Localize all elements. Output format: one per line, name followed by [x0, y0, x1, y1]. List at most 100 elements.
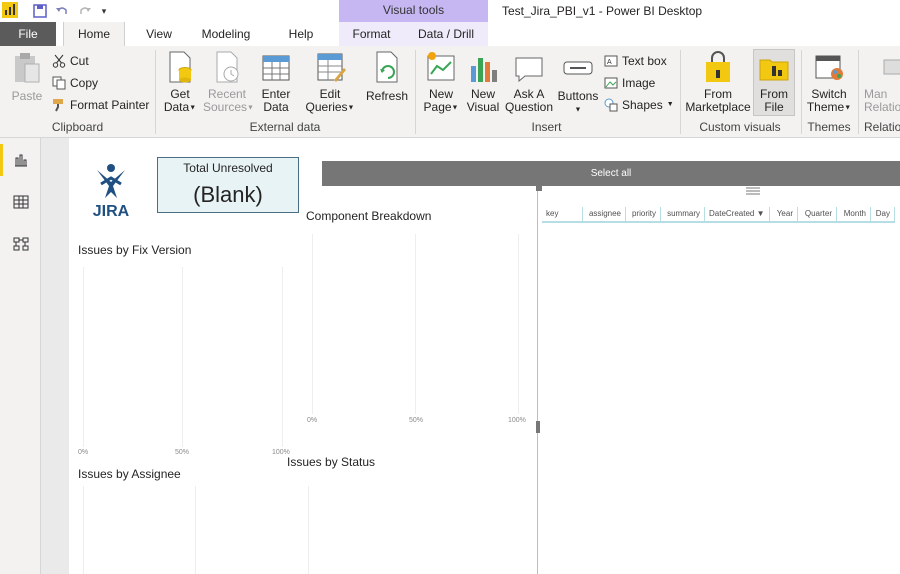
status-chart-title: Issues by Status: [287, 455, 376, 469]
switch-theme-button[interactable]: Switch Theme▼: [806, 50, 852, 114]
customize-toolbar-icon[interactable]: ▾: [96, 3, 112, 19]
custom-visuals-group-label: Custom visuals: [699, 120, 781, 134]
refresh-label: Refresh: [365, 89, 409, 103]
clock-file-icon: [211, 50, 243, 84]
save-icon[interactable]: [32, 3, 48, 19]
undo-icon[interactable]: [54, 3, 70, 19]
tab-format[interactable]: Format: [344, 22, 399, 46]
shapes-label: Shapes: [622, 98, 663, 112]
tab-modeling[interactable]: Modeling: [193, 22, 259, 46]
column-header[interactable]: key: [542, 207, 583, 221]
view-switcher: [0, 138, 41, 574]
axis-tick: 50%: [175, 449, 190, 456]
svg-text:A: A: [607, 59, 612, 66]
from-file-button[interactable]: From File: [753, 49, 795, 116]
new-page-button[interactable]: New Page▼: [421, 50, 461, 114]
paste-button[interactable]: Paste: [8, 50, 46, 103]
resize-handle[interactable]: [536, 185, 542, 191]
axis-tick: 100%: [508, 417, 526, 424]
model-view-button[interactable]: [0, 224, 41, 264]
gridline: [312, 234, 313, 414]
from-marketplace-button[interactable]: From Marketplace: [685, 50, 751, 114]
tab-file[interactable]: File: [0, 22, 56, 46]
jira-logo-text: JIRA: [92, 203, 130, 220]
table-header-row: key assignee priority summary DateCreate…: [542, 207, 895, 223]
relationships-group-label: Relatio: [864, 120, 900, 134]
component-breakdown-chart[interactable]: 0% 50% 100%: [306, 230, 531, 430]
column-header[interactable]: summary: [661, 207, 705, 221]
gridline: [182, 267, 183, 447]
shapes-button[interactable]: Shapes ▼: [604, 96, 674, 114]
get-data-label-2: Data: [163, 100, 190, 114]
column-header[interactable]: Year: [770, 207, 798, 221]
new-visual-button[interactable]: New Visual: [464, 50, 502, 114]
image-label: Image: [622, 76, 656, 90]
data-grid-icon: [13, 195, 28, 209]
tab-help[interactable]: Help: [279, 22, 323, 46]
report-canvas-area: JIRA Total Unresolved (Blank) Select all…: [41, 138, 900, 574]
redo-icon[interactable]: [77, 3, 93, 19]
format-painter-button[interactable]: Format Painter: [52, 96, 149, 114]
drag-grip-icon[interactable]: [746, 185, 760, 195]
column-header[interactable]: Month: [837, 207, 871, 221]
edit-queries-button[interactable]: Edit Queries▼: [304, 50, 356, 114]
manage-relationships-button[interactable]: Man Relatio: [864, 50, 900, 114]
gridline: [83, 267, 84, 447]
tab-view[interactable]: View: [135, 22, 183, 46]
tab-home[interactable]: Home: [63, 22, 125, 46]
issues-table[interactable]: key assignee priority summary DateCreate…: [536, 185, 900, 574]
assignee-chart[interactable]: [78, 486, 318, 574]
database-icon: [164, 50, 196, 84]
buttons-button[interactable]: Buttons ▼: [556, 50, 600, 116]
text-box-icon: A: [604, 54, 618, 68]
component-chart-title: Component Breakdown: [306, 209, 432, 223]
ask-question-label-2: Question: [505, 100, 554, 114]
total-unresolved-card[interactable]: Total Unresolved (Blank): [157, 157, 299, 213]
image-button[interactable]: Image: [604, 74, 655, 92]
report-view-button[interactable]: [0, 140, 41, 180]
scissors-icon: [52, 54, 66, 68]
copy-button[interactable]: Copy: [52, 74, 98, 92]
sort-descending-icon: ▼: [756, 209, 765, 218]
manage-relationships-label-2: Relatio: [864, 100, 900, 114]
cut-button[interactable]: Cut: [52, 52, 89, 70]
clipboard-group-label: Clipboard: [51, 120, 104, 134]
text-box-button[interactable]: A Text box: [604, 52, 667, 70]
new-visual-label-2: Visual: [466, 100, 500, 114]
refresh-button[interactable]: Refresh: [364, 50, 410, 103]
tab-data-drill[interactable]: Data / Drill: [410, 22, 482, 46]
card-title: Total Unresolved: [183, 161, 273, 175]
select-all-slicer[interactable]: Select all: [322, 161, 900, 186]
column-header[interactable]: Day: [871, 207, 895, 221]
ribbon-tabs: File Home View Modeling Help Format Data…: [0, 22, 900, 46]
ask-question-button[interactable]: Ask A Question: [505, 50, 553, 114]
report-page[interactable]: JIRA Total Unresolved (Blank) Select all…: [69, 138, 900, 574]
assignee-chart-title: Issues by Assignee: [78, 467, 181, 481]
from-marketplace-label-2: Marketplace: [685, 100, 751, 114]
enter-data-label-2: Data: [263, 100, 289, 114]
column-header[interactable]: assignee: [583, 207, 626, 221]
gridline: [83, 486, 84, 574]
get-data-button[interactable]: Get Data▼: [160, 50, 200, 114]
text-box-label: Text box: [622, 54, 667, 68]
column-header-sorted[interactable]: DateCreated ▼: [705, 207, 770, 221]
report-icon: [14, 154, 27, 167]
palette-icon: [813, 50, 845, 84]
external-data-group-label: External data: [249, 120, 321, 134]
paintbrush-icon: [52, 98, 66, 112]
column-header[interactable]: Quarter: [798, 207, 837, 221]
axis-tick: 0%: [307, 417, 318, 424]
gridline: [282, 267, 283, 447]
jira-logo: JIRA: [91, 162, 131, 222]
enter-data-button[interactable]: Enter Data: [256, 50, 296, 114]
resize-handle[interactable]: [536, 421, 540, 433]
recent-sources-button[interactable]: Recent Sources▼: [203, 50, 254, 114]
data-view-button[interactable]: [0, 182, 41, 222]
speech-bubble-icon: [513, 50, 545, 84]
edit-table-icon: [314, 50, 346, 84]
column-header[interactable]: priority: [626, 207, 661, 221]
ribbon-separator: [858, 50, 859, 134]
fix-version-chart[interactable]: 0% 50% 100%: [78, 263, 298, 458]
refresh-icon: [371, 50, 403, 84]
marketplace-bag-icon: [702, 50, 734, 84]
